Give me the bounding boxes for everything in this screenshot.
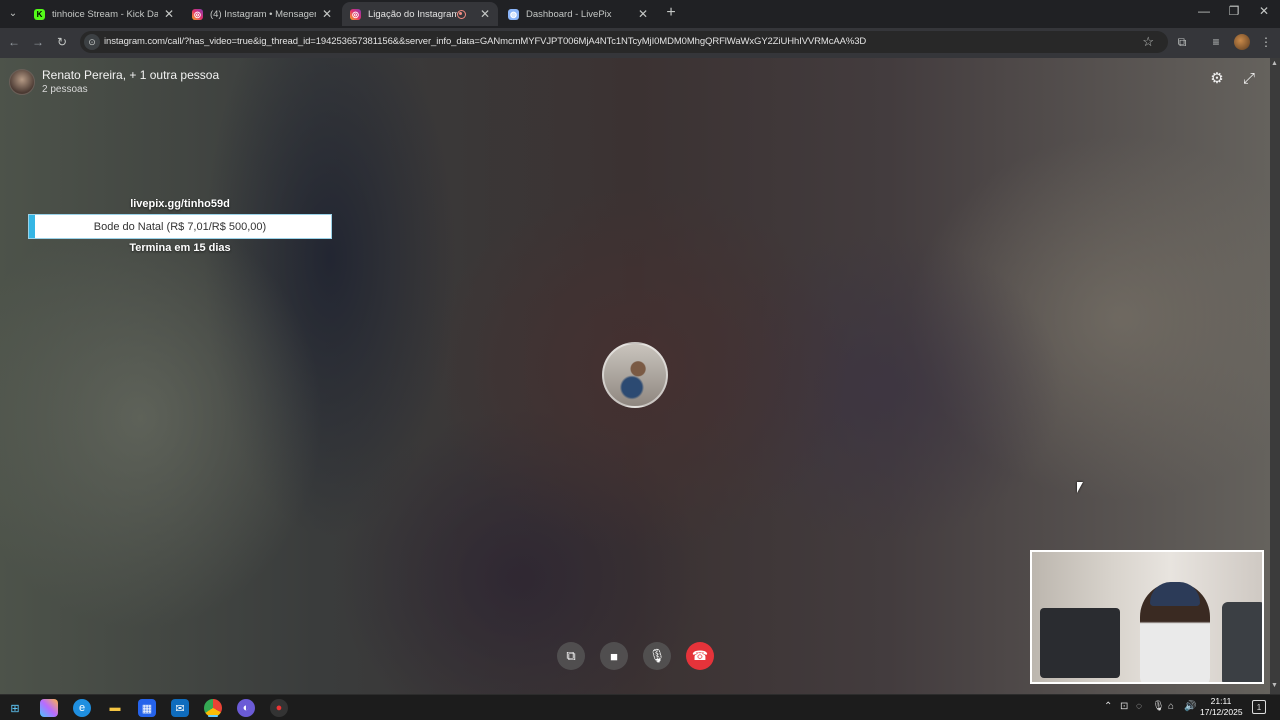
url-text[interactable]: instagram.com/call/?has_video=true&ig_th… xyxy=(104,36,866,47)
gear-icon[interactable]: ⚙ xyxy=(1208,70,1226,88)
instagram-icon: ◎ xyxy=(350,8,361,20)
close-window-icon[interactable]: ✕ xyxy=(1254,4,1274,18)
close-tab-icon[interactable]: ✕ xyxy=(638,7,648,21)
active-indicator xyxy=(208,715,218,717)
close-tab-icon[interactable]: ✕ xyxy=(322,7,332,21)
mouse-cursor xyxy=(1077,482,1083,493)
call-participants-count: 2 pessoas xyxy=(42,84,88,95)
microphone-button[interactable]: 🎙 xyxy=(643,642,671,670)
tray-icon[interactable]: ◌ xyxy=(1136,701,1142,712)
windows-start-icon[interactable]: ⊞ xyxy=(6,699,24,717)
recording-icon xyxy=(456,9,466,19)
end-call-button[interactable]: ☎ xyxy=(686,642,714,670)
reload-icon[interactable]: ↻ xyxy=(54,35,70,49)
extensions-icon[interactable]: ⧉ xyxy=(1174,35,1190,50)
app-icon[interactable]: ◐ xyxy=(237,699,255,717)
taskbar-clock[interactable]: 21:11 17/12/2025 xyxy=(1200,696,1243,718)
avatar xyxy=(9,69,35,95)
tab-livepix-dashboard[interactable]: ◍ Dashboard - LivePix ✕ xyxy=(500,2,656,26)
clock-date: 17/12/2025 xyxy=(1200,707,1243,717)
remote-participant-avatar xyxy=(602,342,668,408)
goal-ends: Termina em 15 dias xyxy=(129,242,231,254)
site-info-icon[interactable]: ⊙ xyxy=(84,34,100,50)
fullscreen-icon[interactable]: ⤢ xyxy=(1240,70,1258,88)
call-participants-title: Renato Pereira, + 1 outra pessoa xyxy=(42,68,220,82)
obs-icon[interactable]: ● xyxy=(270,699,288,717)
self-view-chair xyxy=(1222,602,1262,682)
bookmark-star-icon[interactable]: ☆ xyxy=(1142,34,1154,50)
scroll-up-icon[interactable]: ▲ xyxy=(1271,60,1278,67)
browser-toolbar: ← → ↻ ⊙ instagram.com/call/?has_video=tr… xyxy=(0,28,1280,58)
microphone-tray-icon[interactable]: 🎙 xyxy=(1152,701,1165,712)
outlook-icon[interactable]: ✉ xyxy=(171,699,189,717)
edge-icon[interactable]: e xyxy=(73,699,91,717)
restore-icon[interactable]: ❐ xyxy=(1224,4,1244,18)
close-tab-icon[interactable]: ✕ xyxy=(480,7,490,21)
minimize-icon[interactable]: — xyxy=(1194,4,1214,18)
windows-taskbar: ⊞ e ▬ ▦ ✉ ◐ ● ⌃ ⊡ ◌ 🎙 ⌂ 🔊 21:11 17/12/20… xyxy=(0,694,1280,720)
tab-instagram-call[interactable]: ◎ Ligação do Instagram ✕ xyxy=(342,2,498,26)
address-bar[interactable]: ⊙ instagram.com/call/?has_video=true&ig_… xyxy=(80,31,1168,53)
scrollbar[interactable] xyxy=(1270,58,1280,694)
chrome-icon[interactable] xyxy=(204,699,222,717)
tray-icon[interactable]: ⊡ xyxy=(1120,701,1128,712)
self-view-cap xyxy=(1150,582,1200,606)
media-controls-icon[interactable]: ≡ xyxy=(1208,35,1224,49)
close-tab-icon[interactable]: ✕ xyxy=(164,7,174,21)
tab-instagram-messages[interactable]: ◎ (4) Instagram • Mensagens ✕ xyxy=(184,2,340,26)
network-icon[interactable]: ⌂ xyxy=(1168,701,1174,712)
forward-icon[interactable]: → xyxy=(30,35,46,49)
scroll-down-icon[interactable]: ▼ xyxy=(1271,682,1278,689)
store-icon[interactable]: ▦ xyxy=(138,699,156,717)
self-video-preview[interactable] xyxy=(1030,550,1264,684)
screen-share-button[interactable]: ⧉ xyxy=(557,642,585,670)
volume-icon[interactable]: 🔊 xyxy=(1184,701,1196,712)
menu-icon[interactable]: ⋮ xyxy=(1258,35,1274,49)
camera-button[interactable]: ■ xyxy=(600,642,628,670)
chevron-up-icon[interactable]: ⌃ xyxy=(1104,701,1112,712)
file-explorer-icon[interactable]: ▬ xyxy=(106,699,124,717)
tab-kick-dashboard[interactable]: K tinhoice Stream - Kick Dashbo ✕ xyxy=(26,2,182,26)
livepix-goal-bar: Bode do Natal (R$ 7,01/R$ 500,00) xyxy=(28,214,332,239)
kick-icon: K xyxy=(34,8,45,20)
goal-text: Bode do Natal (R$ 7,01/R$ 500,00) xyxy=(93,220,267,233)
profile-avatar[interactable] xyxy=(1234,34,1250,50)
self-view-monitor xyxy=(1040,608,1120,678)
tab-search-icon[interactable]: ⌄ xyxy=(4,4,22,22)
copilot-icon[interactable] xyxy=(40,699,58,717)
tab-strip: ⌄ K tinhoice Stream - Kick Dashbo ✕ ◎ (4… xyxy=(0,0,1280,28)
notifications-icon[interactable]: 1 xyxy=(1252,700,1266,714)
new-tab-icon[interactable]: + xyxy=(664,5,678,21)
clock-time: 21:11 xyxy=(1210,696,1232,706)
instagram-icon: ◎ xyxy=(192,8,203,20)
call-video-area: Renato Pereira, + 1 outra pessoa 2 pesso… xyxy=(0,58,1270,694)
livepix-link: livepix.gg/tinho59d xyxy=(130,198,230,210)
back-icon[interactable]: ← xyxy=(6,35,22,49)
globe-icon: ◍ xyxy=(508,8,519,20)
